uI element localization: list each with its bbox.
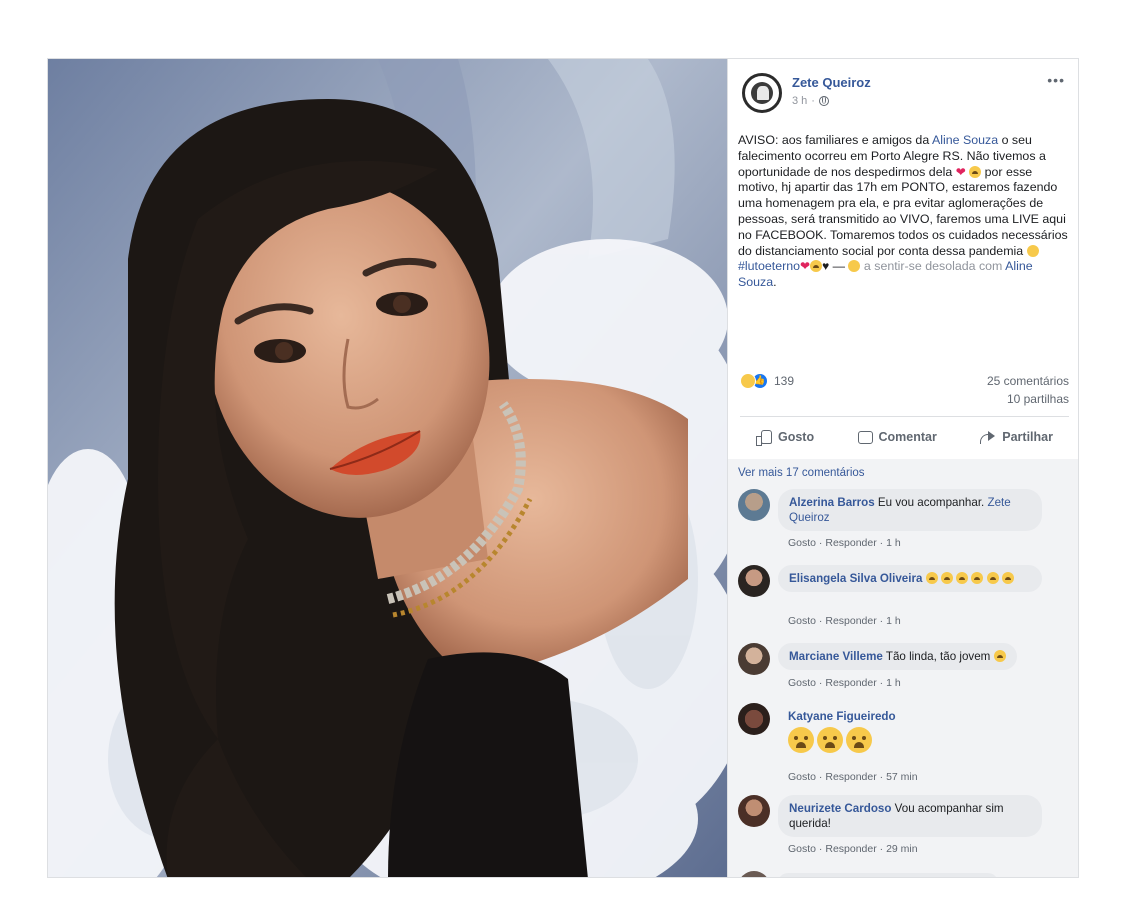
comment-icon — [857, 430, 873, 444]
comment-bubble: Neurizete Cardoso Vou acompanhar sim que… — [778, 795, 1042, 837]
share-button-label: Partilhar — [1002, 430, 1053, 444]
commenter-name[interactable]: Elisangela Silva Oliveira — [789, 572, 922, 585]
crying-emoji-icon — [925, 572, 938, 584]
comment-meta: Gosto · Responder · 1 h — [788, 537, 901, 549]
comment-bubble: Marciane Villeme Tão linda, tão jovem — [778, 643, 1017, 670]
like-button[interactable]: Gosto — [756, 430, 815, 446]
post-photo[interactable] — [48, 59, 727, 877]
heart-emoji-icon: ❤ — [955, 164, 966, 179]
crying-emoji-icon — [810, 260, 823, 273]
meta-separator: · — [811, 95, 815, 107]
avatar[interactable] — [738, 795, 770, 827]
post-text: AVISO: aos familiares e amigos da Aline … — [738, 133, 1070, 291]
post-actions: Gosto Comentar Partilhar — [740, 422, 1069, 452]
comment-button[interactable]: Comentar — [857, 430, 937, 444]
comment-item: Elisangela Silva Oliveira Gosto · Respon… — [738, 565, 1068, 629]
comment-item: Marciane Villeme Tão linda, tão jovem Go… — [738, 643, 1068, 689]
post-header: Zete Queiroz 3 h · ••• — [742, 73, 1067, 117]
tagged-user-link[interactable]: Aline Souza — [932, 133, 998, 147]
comment-item: Alzerina Barros Eu vou acompanhar. Zete … — [738, 489, 1068, 553]
sad-emoji-icon — [993, 650, 1006, 662]
heart-emoji-icon: ❤ — [800, 259, 811, 274]
comment-text: Eu vou acompanhar. — [874, 496, 988, 509]
crying-emoji-icon — [956, 572, 969, 584]
share-button[interactable]: Partilhar — [980, 430, 1053, 444]
smile-emoji-icon — [1026, 244, 1039, 257]
comment-time[interactable]: 1 h — [886, 615, 901, 627]
comment-time[interactable]: 1 h — [886, 677, 901, 689]
emoji-comment — [788, 727, 872, 753]
feeling-emoji-icon — [848, 260, 861, 273]
comment-bubble: Elisangela Silva Oliveira — [778, 565, 1042, 592]
like-button-label: Gosto — [778, 430, 815, 444]
comment-item: Katyane Figueiredo Gosto · Responder · 5… — [738, 703, 1068, 787]
portrait-illustration — [48, 59, 727, 877]
feeling-text: a sentir-se desolada com — [860, 259, 1006, 274]
post-side-panel: Zete Queiroz 3 h · ••• AVISO: aos famili… — [727, 59, 1078, 877]
commenter-name[interactable]: Alzerina Barros — [789, 496, 875, 509]
comment-like-link[interactable]: Gosto — [788, 771, 816, 783]
comment-bubble — [778, 873, 998, 877]
view-more-comments-link[interactable]: Ver mais 17 comentários — [738, 467, 865, 479]
comment-like-link[interactable]: Gosto — [788, 537, 816, 549]
comment-time[interactable]: 1 h — [886, 537, 901, 549]
comment-time[interactable]: 57 min — [886, 771, 918, 783]
reactions-bar: 👍 139 25 comentários 10 partilhas — [740, 373, 1069, 413]
author-name[interactable]: Zete Queiroz — [792, 75, 871, 90]
reactions-count[interactable]: 139 — [774, 374, 794, 388]
comment-reply-link[interactable]: Responder — [825, 677, 876, 689]
commenter-name[interactable]: Katyane Figueiredo — [788, 710, 896, 723]
post-text-segment: . — [773, 275, 777, 290]
post-text-segment: AVISO: aos familiares e amigos da — [738, 133, 932, 147]
post-text-segment: — — [829, 259, 849, 274]
crying-emoji-icon — [940, 572, 953, 584]
crying-emoji-icon — [986, 572, 999, 584]
comment-bubble: Alzerina Barros Eu vou acompanhar. Zete … — [778, 489, 1042, 531]
crying-emoji-icon — [971, 572, 984, 584]
share-icon — [980, 430, 996, 444]
globe-icon[interactable] — [818, 96, 829, 106]
sad-reaction-icon — [740, 373, 756, 389]
post-meta: 3 h · — [792, 95, 829, 107]
comment-reply-link[interactable]: Responder — [825, 843, 876, 855]
commenter-name[interactable]: Neurizete Cardoso — [789, 802, 891, 815]
comment-meta: Gosto · Responder · 1 h — [788, 615, 901, 627]
comment-reply-link[interactable]: Responder — [825, 615, 876, 627]
avatar[interactable] — [738, 871, 770, 877]
hashtag-link[interactable]: #lutoeterno — [738, 259, 800, 273]
comment-item: Neurizete Cardoso Vou acompanhar sim que… — [738, 795, 1068, 859]
comment-meta: Gosto · Responder · 29 min — [788, 843, 918, 855]
commenter-name[interactable]: Marciane Villeme — [789, 650, 883, 663]
avatar[interactable] — [738, 643, 770, 675]
comment-reply-link[interactable]: Responder — [825, 771, 876, 783]
divider — [740, 416, 1069, 417]
comment-time[interactable]: 29 min — [886, 843, 918, 855]
comment-like-link[interactable]: Gosto — [788, 843, 816, 855]
crying-emoji-icon — [969, 165, 982, 178]
reaction-icons[interactable]: 👍 — [740, 373, 768, 389]
facebook-post-theater: Zete Queiroz 3 h · ••• AVISO: aos famili… — [47, 58, 1079, 878]
crying-emoji-icon — [846, 727, 872, 753]
avatar[interactable] — [738, 565, 770, 597]
comment-button-label: Comentar — [878, 430, 937, 444]
comment-like-link[interactable]: Gosto — [788, 615, 816, 627]
comment-bubble: Katyane Figueiredo — [778, 703, 906, 730]
avatar[interactable] — [738, 489, 770, 521]
comments-section: Ver mais 17 comentários Alzerina Barros … — [728, 459, 1078, 877]
comment-like-link[interactable]: Gosto — [788, 677, 816, 689]
comments-count[interactable]: 25 comentários — [987, 374, 1069, 388]
crying-emoji-icon — [1001, 572, 1014, 584]
comment-text: Tão linda, tão jovem — [882, 650, 994, 663]
like-icon — [756, 430, 772, 446]
comment-reply-link[interactable]: Responder — [825, 537, 876, 549]
comment-meta: Gosto · Responder · 57 min — [788, 771, 918, 783]
crying-emoji-icon — [817, 727, 843, 753]
comment-meta: Gosto · Responder · 1 h — [788, 677, 901, 689]
more-options-icon[interactable]: ••• — [1047, 73, 1065, 87]
avatar[interactable] — [738, 703, 770, 735]
post-time[interactable]: 3 h — [792, 95, 807, 107]
author-avatar[interactable] — [742, 73, 782, 113]
crying-emoji-icon — [788, 727, 814, 753]
shares-count[interactable]: 10 partilhas — [1007, 392, 1069, 406]
